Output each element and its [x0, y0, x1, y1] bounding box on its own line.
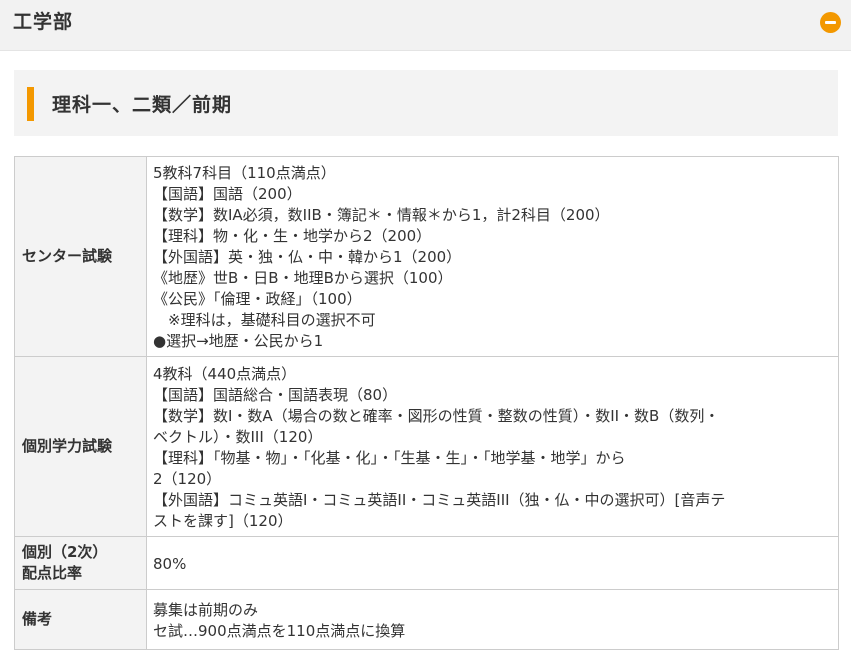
faculty-header[interactable]: 工学部 — [0, 0, 851, 51]
content-line: 《地歴》世B・日B・地理Bから選択（100） — [153, 269, 453, 287]
label-line: 個別（2次） — [22, 543, 108, 561]
row-content-center-exam: 5教科7科目（110点満点） 【国語】国語（200） 【数学】数IA必須，数II… — [146, 156, 839, 357]
row-content-notes: 募集は前期のみ セ試…900点満点を110点満点に換算 — [146, 589, 839, 650]
content-line: ベクトル）・数III（120） — [153, 427, 323, 446]
row-content-individual-exam: 4教科（440点満点） 【国語】国語総合・国語表現（80） 【数学】数I・数A（… — [146, 356, 839, 537]
row-label-notes: 備考 — [14, 589, 147, 650]
content-line: 5教科7科目（110点満点） — [153, 164, 336, 182]
content-line: 80% — [153, 554, 187, 573]
table-row-score-ratio: 個別（2次） 配点比率 80% — [14, 536, 839, 590]
table-row-notes: 備考 募集は前期のみ セ試…900点満点を110点満点に換算 — [14, 589, 839, 650]
content-line: 【国語】国語（200） — [153, 185, 302, 203]
table-row-center-exam: センター試験 5教科7科目（110点満点） 【国語】国語（200） 【数学】数I… — [14, 156, 839, 357]
content-line: 【数学】数I・数A（場合の数と確率・図形の性質・整数の性質）・数II・数B（数列… — [153, 406, 720, 425]
content-line: 【数学】数IA必須，数IIB・簿記＊・情報＊から1，計2科目（200） — [153, 206, 610, 224]
row-label-center-exam: センター試験 — [14, 156, 147, 357]
exam-info-table: センター試験 5教科7科目（110点満点） 【国語】国語（200） 【数学】数I… — [14, 156, 839, 650]
label-line: 配点比率 — [22, 564, 83, 582]
content-line: 《公民》「倫理・政経」（100） — [153, 290, 362, 308]
table-row-individual-exam: 個別学力試験 4教科（440点満点） 【国語】国語総合・国語表現（80） 【数学… — [14, 356, 839, 537]
content-line: 4教科（440点満点） — [153, 364, 297, 383]
content-line: 【理科】「物基・物」・「化基・化」・「生基・生」・「地学基・地学」から — [153, 448, 626, 467]
content-line: ●選択→地歴・公民から1 — [153, 332, 324, 350]
section-accent-bar — [27, 87, 34, 121]
section-header: 理科一、二類／前期 — [14, 70, 838, 136]
content-line: 2（120） — [153, 469, 222, 488]
row-label-individual-exam: 個別学力試験 — [14, 356, 147, 537]
collapse-minus-icon[interactable] — [820, 12, 841, 33]
content-line: 【理科】物・化・生・地学から2（200） — [153, 227, 432, 245]
section-title: 理科一、二類／前期 — [52, 94, 233, 116]
content-line: セ試…900点満点を110点満点に換算 — [153, 621, 406, 640]
faculty-title: 工学部 — [13, 11, 74, 33]
content-line: 【外国語】コミュ英語I・コミュ英語II・コミュ英語III（独・仏・中の選択可）[… — [153, 490, 726, 509]
row-content-score-ratio: 80% — [146, 536, 839, 590]
content-line: 募集は前期のみ — [153, 600, 259, 619]
minus-bar — [825, 21, 836, 24]
row-label-score-ratio: 個別（2次） 配点比率 — [14, 536, 147, 590]
content-line: 【外国語】英・独・仏・中・韓から1（200） — [153, 248, 462, 266]
content-line: ※理科は，基礎科目の選択不可 — [153, 311, 376, 329]
content-line: ストを課す]（120） — [153, 511, 293, 530]
content-line: 【国語】国語総合・国語表現（80） — [153, 385, 398, 404]
